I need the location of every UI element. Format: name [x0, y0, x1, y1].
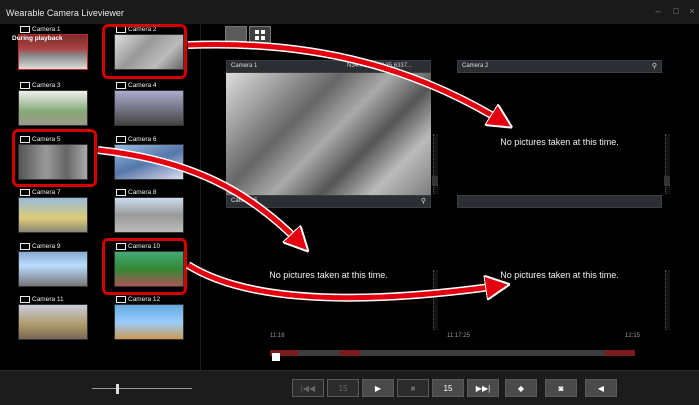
forward-15-button[interactable]: 15 — [432, 379, 464, 397]
timeline-mid: 11:17:25 — [447, 333, 470, 339]
recording-segment — [605, 350, 635, 356]
playhead-handle[interactable] — [272, 353, 280, 361]
snapshot-button[interactable]: ◙ — [545, 379, 577, 397]
play-button[interactable]: ▶ — [362, 379, 394, 397]
rewind-15-button[interactable]: 15 — [327, 379, 359, 397]
marker-button[interactable]: ◆ — [505, 379, 537, 397]
zoom-slider-thumb[interactable] — [116, 384, 119, 394]
stop-button[interactable]: ■ — [397, 379, 429, 397]
arrow-camera-5 — [97, 147, 305, 248]
playback-controls: |◀◀ 15 ▶ ■ 15 ▶▶| ◆ ◙ ◀ — [0, 370, 699, 405]
annotation-arrows — [97, 40, 699, 302]
skip-back-button[interactable]: |◀◀ — [292, 379, 324, 397]
zoom-slider[interactable] — [92, 384, 192, 394]
timeline-start: 11:16 — [270, 333, 285, 339]
arrow-camera-2 — [187, 41, 508, 125]
timeline-end: 12:15 — [625, 333, 641, 339]
audio-button[interactable]: ◀ — [585, 379, 617, 397]
recording-segment — [340, 350, 360, 356]
timeline-track[interactable] — [270, 350, 635, 356]
skip-forward-button[interactable]: ▶▶| — [467, 379, 499, 397]
